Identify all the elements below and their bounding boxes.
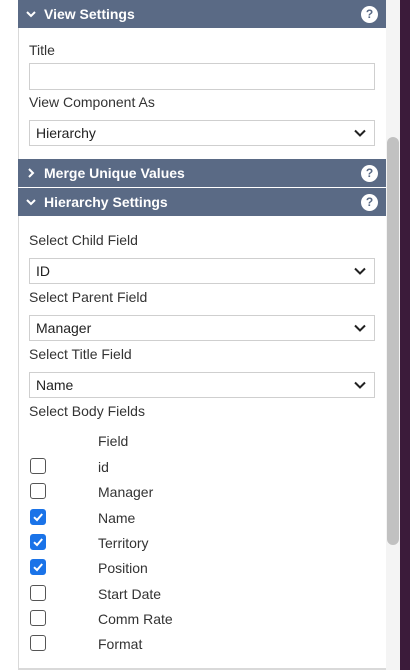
field-checkbox[interactable] [30,458,46,474]
help-icon[interactable]: ? [361,193,378,211]
field-row: Comm Rate [29,608,369,630]
body-fields-label: Select Body Fields [29,403,145,419]
field-row: id [29,456,369,478]
child-field-value: ID [36,263,50,279]
field-checkbox[interactable] [30,585,46,601]
app-side-strip [400,0,410,670]
field-row: Name [29,507,369,529]
view-settings-header[interactable]: View Settings ? [18,0,386,28]
help-icon[interactable]: ? [361,164,378,182]
title-field-select[interactable]: Name [29,372,375,398]
field-name: Position [98,560,148,576]
field-row: Position [29,557,369,579]
left-gutter [0,0,18,670]
chevron-down-icon [354,379,366,391]
parent-field-label: Select Parent Field [29,289,148,305]
child-field-label: Select Child Field [29,232,138,248]
field-checkbox[interactable] [30,534,46,550]
chevron-down-icon [354,265,366,277]
parent-field-select[interactable]: Manager [29,315,375,341]
chevron-down-icon [354,127,366,139]
chevron-right-icon [18,168,44,178]
scrollbar-thumb[interactable] [387,137,399,545]
field-row: Manager [29,481,369,503]
merge-unique-title: Merge Unique Values [44,165,185,181]
hierarchy-settings-title: Hierarchy Settings [44,194,168,210]
chevron-down-icon [18,10,44,18]
hierarchy-settings-header[interactable]: Hierarchy Settings ? [18,188,386,216]
title-label: Title [29,42,55,58]
field-row: Format [29,633,369,655]
child-field-select[interactable]: ID [29,258,375,284]
field-name: Format [98,636,143,652]
chevron-down-icon [18,198,44,206]
field-checkbox[interactable] [30,559,46,575]
view-as-value: Hierarchy [36,125,96,141]
title-input[interactable] [29,63,375,90]
chevron-down-icon [354,322,366,334]
field-checkbox[interactable] [30,635,46,651]
field-name: Comm Rate [98,611,173,627]
parent-field-value: Manager [36,320,92,336]
help-icon[interactable]: ? [361,5,378,23]
view-as-select[interactable]: Hierarchy [29,120,375,146]
title-field-value: Name [36,377,74,393]
field-row: Start Date [29,583,369,605]
field-column-header: Field [98,433,129,449]
field-name: id [98,459,109,475]
field-name: Territory [98,535,149,551]
view-as-label: View Component As [29,94,155,110]
field-name: Manager [98,484,154,500]
field-checkbox[interactable] [30,509,46,525]
merge-unique-header[interactable]: Merge Unique Values ? [18,159,386,187]
field-name: Start Date [98,586,162,602]
field-checkbox[interactable] [30,610,46,626]
title-field-label: Select Title Field [29,346,132,362]
view-settings-title: View Settings [44,6,135,22]
field-row: Territory [29,532,369,554]
field-checkbox[interactable] [30,483,46,499]
field-name: Name [98,510,136,526]
